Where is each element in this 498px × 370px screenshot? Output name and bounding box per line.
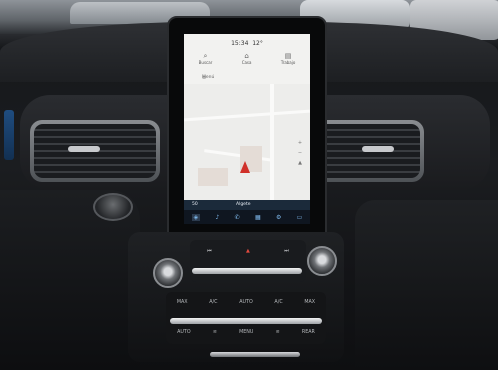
auto-climate-button[interactable]: AUTO [177,330,191,335]
right-air-vent[interactable] [314,120,424,182]
climate-chrome-bar[interactable] [170,318,322,324]
nav-search-button[interactable]: ⌕ Buscar [199,52,213,72]
vent-adjuster[interactable] [68,146,100,152]
temperature: 12° [252,40,263,47]
defrost-front-icon[interactable]: ≋ [213,330,217,335]
map-zoom-control[interactable]: + − ▲ [294,138,306,168]
navigation-map[interactable]: + − ▲ [184,84,310,200]
defrost-rear-icon[interactable]: ≋ [276,330,280,335]
console-bottom-trim [210,352,300,357]
climate-menu-button[interactable]: MENU [239,330,253,335]
media-chrome-bar[interactable] [192,268,302,274]
current-location-arrow [240,161,250,173]
settings-icon[interactable]: ⚙ [276,214,281,221]
media-control-panel: ⏮ ▲ ⏭ [190,240,306,282]
engine-start-button[interactable] [93,193,133,221]
status-bar: 15:34 12° [184,40,310,47]
climate-row-bottom: AUTO ≋ MENU ≋ REAR [166,330,326,335]
next-track-icon[interactable]: ⏭ [284,248,289,254]
nav-shortcuts: ⌕ Buscar ⌂ Casa ▤ Trabajo [184,52,310,72]
rear-climate-button[interactable]: REAR [302,330,315,335]
phone-icon[interactable]: ✆ [235,214,240,221]
menu-label: Menú [202,75,215,80]
ac-button[interactable]: A/C [209,300,217,305]
map-road [204,149,274,162]
infotainment-screen[interactable]: 15:34 12° ⌕ Buscar ⌂ Casa ▤ Trabajo ≡ Me… [184,34,310,224]
map-building [198,168,228,186]
search-icon: ⌕ [203,52,208,60]
street-name: Algete [236,202,251,207]
hazard-button[interactable]: ▲ [246,248,250,254]
menu-bar[interactable]: ≡ Menú [184,74,310,82]
instrument-cluster-edge [4,110,14,160]
auto-button[interactable]: AUTO [239,300,253,305]
left-air-vent[interactable] [30,120,160,182]
vent-adjuster[interactable] [362,146,394,152]
volume-knob[interactable] [153,258,183,288]
car-dashboard-photo: 15:34 12° ⌕ Buscar ⌂ Casa ▤ Trabajo ≡ Me… [0,0,498,370]
home-icon: ⌂ [244,52,249,60]
right-dash-panel [355,200,498,370]
speed-limit: 50 [192,202,198,207]
briefcase-icon: ▤ [284,52,292,60]
music-icon[interactable]: ♪ [216,214,220,221]
max-ac-button[interactable]: MAX [304,300,315,305]
apps-icon[interactable]: ▦ [255,214,261,221]
tuning-knob[interactable] [307,246,337,276]
max-defrost-button[interactable]: MAX [177,300,188,305]
media-buttons: ⏮ ▲ ⏭ [190,248,306,254]
previous-track-icon[interactable]: ⏮ [207,248,212,254]
climate-row-top: MAX A/C AUTO A/C MAX [166,300,326,305]
car-icon[interactable]: ▭ [297,214,303,221]
app-dock: ◈ ♪ ✆ ▦ ⚙ ▭ [184,210,310,224]
nav-home-button[interactable]: ⌂ Casa [242,52,252,72]
climate-control-panel: MAX A/C AUTO A/C MAX AUTO ≋ MENU ≋ REAR [166,292,326,344]
navigation-icon[interactable]: ◈ [191,213,201,221]
nav-work-button[interactable]: ▤ Trabajo [281,52,296,72]
map-road [184,109,310,122]
map-road [270,84,274,200]
ac-rear-button[interactable]: A/C [274,300,282,305]
route-info-bar: 50 Algete [184,200,310,210]
clock: 15:34 [231,40,249,47]
